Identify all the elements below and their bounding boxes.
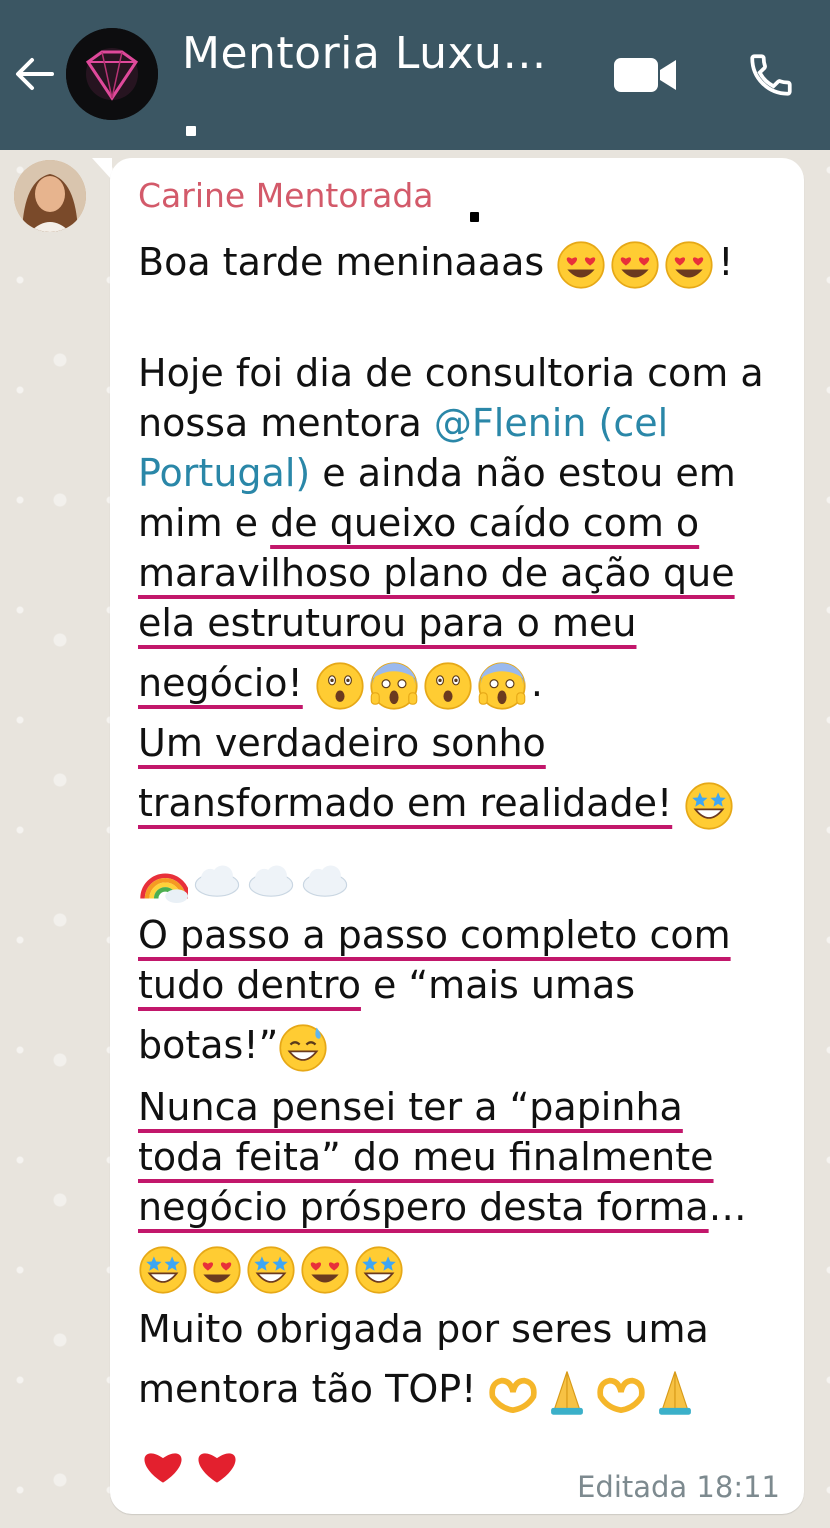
message-text-span: mim e xyxy=(138,501,271,545)
chat-title[interactable]: Mentoria Luxu… xyxy=(182,28,547,79)
message-text-span: Hoje foi dia de consultoria com a xyxy=(138,351,764,395)
message-line: O passo a passo completo com xyxy=(138,910,731,960)
astonished-emoji-icon xyxy=(423,661,473,711)
heart-eyes-emoji-icon xyxy=(664,240,714,290)
message-meta: Editada 18:11 xyxy=(577,1470,780,1504)
underlined-text: negócio! xyxy=(138,661,303,705)
star-struck-emoji-icon xyxy=(684,781,734,831)
underlined-text: de queixo caído com o xyxy=(270,501,700,545)
message-text-span: e ainda não estou em xyxy=(310,451,736,495)
red-heart-emoji-icon xyxy=(192,1437,242,1487)
message-text-span xyxy=(303,661,315,705)
message-line: mim e de queixo caído com o xyxy=(138,498,699,548)
mention-link[interactable]: Portugal) xyxy=(138,451,310,495)
message-line: negócio! . xyxy=(138,658,543,711)
pray-emoji-icon xyxy=(542,1367,592,1417)
star-struck-emoji-icon xyxy=(246,1245,296,1295)
message-text-span: Muito obrigada por seres uma xyxy=(138,1307,709,1351)
arrow-left-icon[interactable] xyxy=(12,52,56,96)
scream-emoji-icon xyxy=(369,661,419,711)
bubble-tail xyxy=(92,158,112,180)
message-line xyxy=(138,1242,408,1295)
message-text-span: e “mais umas xyxy=(360,963,636,1007)
cloud-emoji-icon xyxy=(246,853,296,903)
message-line: toda feita” do meu finalmente xyxy=(138,1132,714,1182)
heart-hands-emoji-icon xyxy=(596,1367,646,1417)
message-line: mentora tão TOP! xyxy=(138,1364,704,1417)
message-line: Boa tarde meninaaas ! xyxy=(138,237,734,290)
scream-emoji-icon xyxy=(477,661,527,711)
red-heart-emoji-icon xyxy=(138,1437,188,1487)
cloud-emoji-icon xyxy=(300,853,350,903)
sender-name[interactable]: Carine Mentorada xyxy=(138,176,434,215)
message-line: ela estruturou para o meu xyxy=(138,598,636,648)
message-text-span: mentora tão TOP! xyxy=(138,1367,489,1411)
chat-header: Mentoria Luxu… xyxy=(0,0,830,150)
underlined-text: Um verdadeiro sonho xyxy=(138,721,546,765)
message-text-span xyxy=(672,781,684,825)
message-line: nossa mentora @Flenin (cel xyxy=(138,398,668,448)
message-line: Um verdadeiro sonho xyxy=(138,718,546,768)
message-text-span: ! xyxy=(718,240,734,284)
diamond-logo-icon xyxy=(66,28,158,120)
sender-avatar[interactable] xyxy=(14,160,86,232)
underlined-text: negócio próspero desta forma xyxy=(138,1185,709,1229)
mention-link[interactable]: @Flenin (cel xyxy=(434,401,668,445)
phone-icon[interactable] xyxy=(746,50,796,100)
sweat-smile-emoji-icon xyxy=(278,1023,328,1073)
heart-eyes-emoji-icon xyxy=(300,1245,350,1295)
message-line: Hoje foi dia de consultoria com a xyxy=(138,348,764,398)
heart-eyes-emoji-icon xyxy=(610,240,660,290)
cloud-emoji-icon xyxy=(192,853,242,903)
group-avatar[interactable] xyxy=(66,28,158,120)
message-line: tudo dentro e “mais umas xyxy=(138,960,635,1010)
message-line: Muito obrigada por seres uma xyxy=(138,1304,709,1354)
message-text-span: botas!” xyxy=(138,1023,279,1067)
astonished-emoji-icon xyxy=(315,661,365,711)
message-line: Nunca pensei ter a “papinha xyxy=(138,1082,683,1132)
video-camera-icon[interactable] xyxy=(612,54,678,96)
underlined-text: transformado em realidade! xyxy=(138,781,673,825)
message-line: botas!” xyxy=(138,1020,332,1073)
heart-eyes-emoji-icon xyxy=(556,240,606,290)
message-line: negócio próspero desta forma… xyxy=(138,1182,747,1232)
message-text-span: . xyxy=(530,661,543,705)
underlined-text: O passo a passo completo com xyxy=(138,913,731,957)
message-line: Portugal) e ainda não estou em xyxy=(138,448,736,498)
rainbow-emoji-icon xyxy=(138,853,188,903)
message-line: transformado em realidade! xyxy=(138,778,738,831)
status-dot xyxy=(186,126,196,136)
message-text-span: … xyxy=(708,1185,747,1229)
message-line: maravilhoso plano de ação que xyxy=(138,548,735,598)
star-struck-emoji-icon xyxy=(138,1245,188,1295)
message-line xyxy=(138,1434,246,1484)
underlined-text: ela estruturou para o meu xyxy=(138,601,637,645)
underlined-text: toda feita” do meu finalmente xyxy=(138,1135,714,1179)
underlined-text: tudo dentro xyxy=(138,963,361,1007)
message-text-span: nossa mentora xyxy=(138,401,434,445)
star-struck-emoji-icon xyxy=(354,1245,404,1295)
underlined-text: maravilhoso plano de ação que xyxy=(138,551,735,595)
heart-eyes-emoji-icon xyxy=(192,1245,242,1295)
edited-label: Editada xyxy=(577,1470,688,1504)
message-time: 18:11 xyxy=(696,1470,780,1504)
message-line xyxy=(138,850,354,903)
underlined-text: Nunca pensei ter a “papinha xyxy=(138,1085,683,1129)
heart-hands-emoji-icon xyxy=(488,1367,538,1417)
stray-dot xyxy=(470,212,479,222)
pray-emoji-icon xyxy=(650,1367,700,1417)
message-text-span: Boa tarde meninaaas xyxy=(138,240,557,284)
